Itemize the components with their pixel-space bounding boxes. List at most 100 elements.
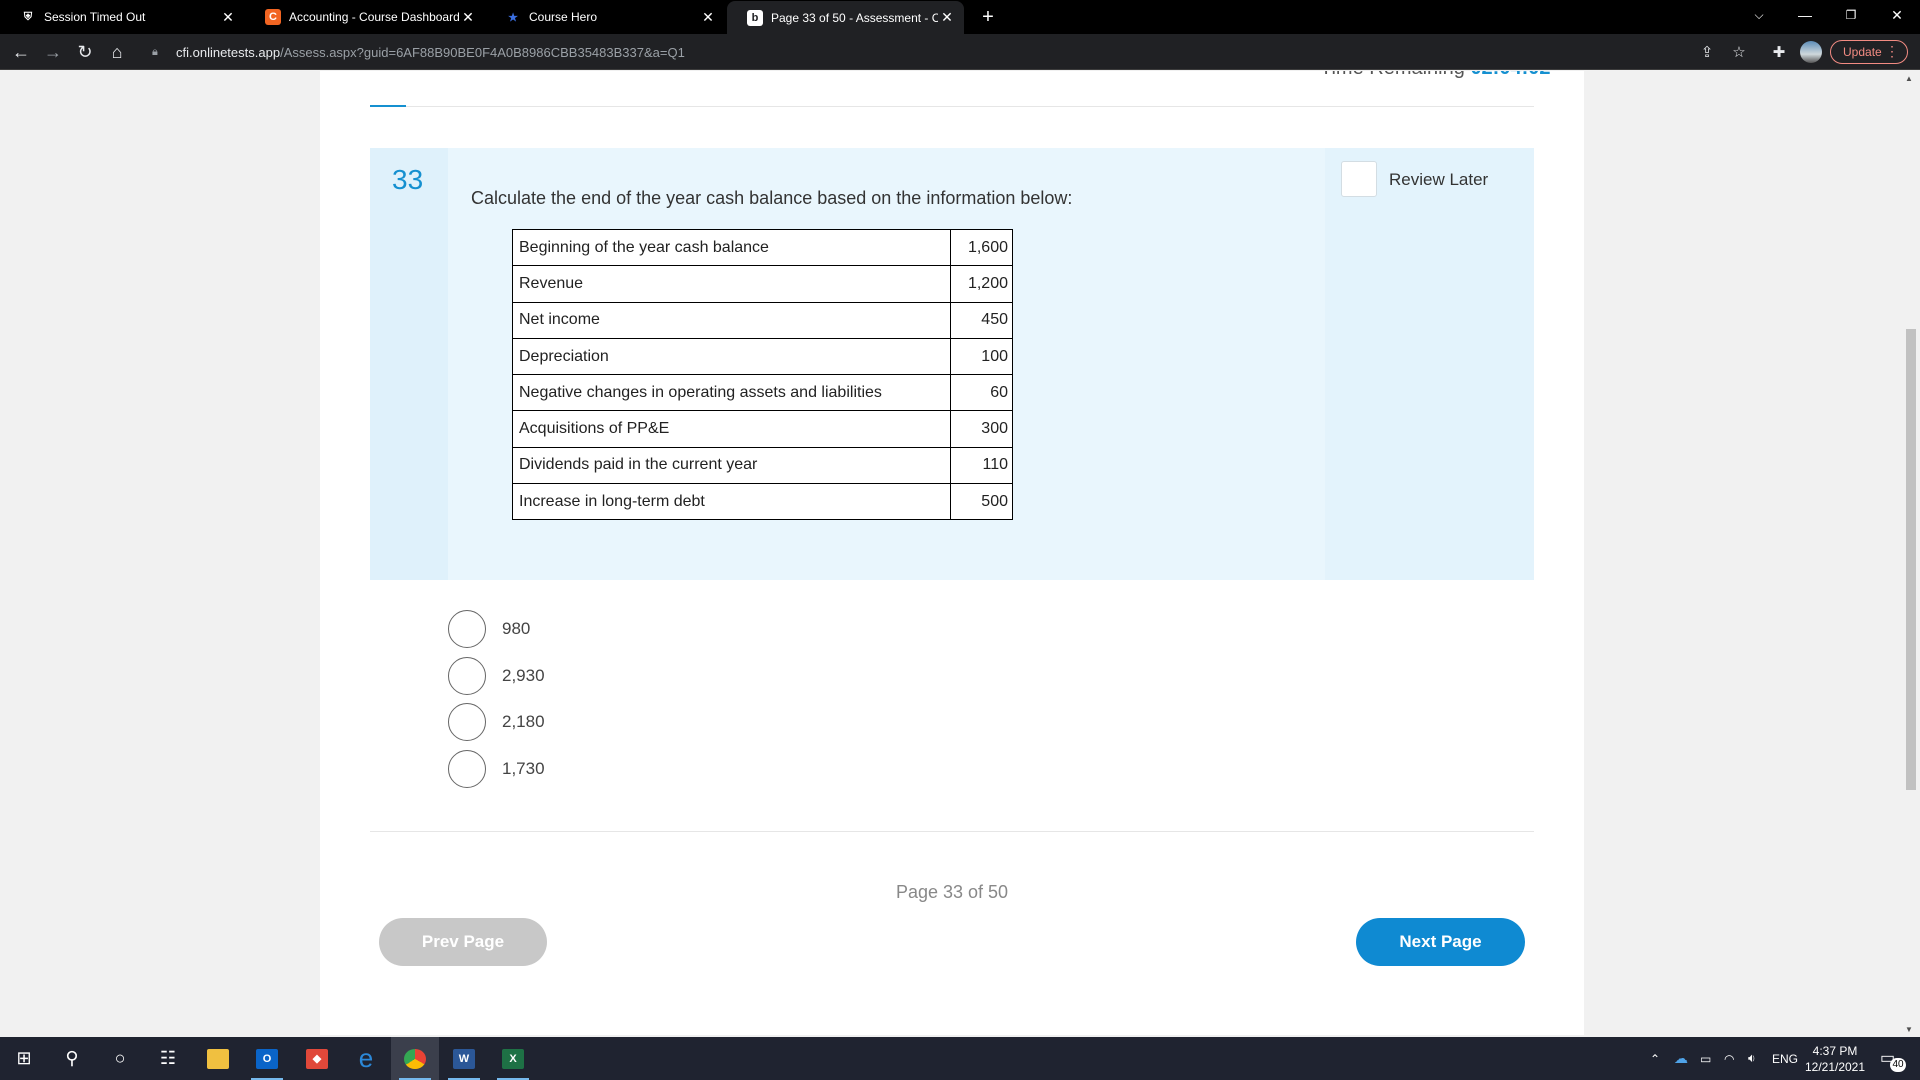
minimize-icon[interactable]: —	[1782, 0, 1828, 30]
restore-icon[interactable]: ❐	[1828, 0, 1874, 30]
row-value: 1,600	[950, 228, 1013, 267]
forward-icon[interactable]: →	[41, 40, 65, 64]
tab-title: Page 33 of 50 - Assessment - Cor	[771, 10, 938, 25]
scroll-down-icon[interactable]: ▼	[1905, 1025, 1913, 1034]
cortana-icon[interactable]: ○	[96, 1037, 144, 1080]
tab-assessment[interactable]: b Page 33 of 50 - Assessment - Cor ✕	[727, 1, 964, 34]
word-w-icon: W	[453, 1048, 475, 1069]
windows-start-icon[interactable]: ⊞	[0, 1037, 48, 1080]
timer-label: Time Remaining	[1320, 71, 1465, 79]
radio-button[interactable]	[448, 610, 486, 649]
next-page-button[interactable]: Next Page	[1356, 918, 1525, 966]
row-label: Beginning of the year cash balance	[512, 228, 951, 267]
table-row: Increase in long-term debt 500	[512, 483, 1013, 521]
row-label: Acquisitions of PP&E	[512, 410, 951, 448]
timer: Time Remaining 02:04:02	[1320, 71, 1551, 80]
row-label: Revenue	[512, 265, 951, 303]
row-value: 500	[950, 483, 1013, 521]
row-label: Depreciation	[512, 337, 951, 376]
scroll-up-icon[interactable]: ▲	[1905, 74, 1913, 83]
review-later-checkbox[interactable]	[1341, 161, 1377, 197]
review-later-label[interactable]: Review Later	[1389, 170, 1488, 190]
volume-icon[interactable]: 🔉︎	[1748, 1037, 1756, 1080]
answer-option[interactable]: 980	[448, 606, 545, 653]
excel-icon[interactable]: X	[489, 1037, 537, 1080]
extensions-puzzle-icon[interactable]: ✚	[1767, 40, 1791, 64]
option-label[interactable]: 980	[502, 619, 530, 639]
new-tab-button[interactable]: +	[976, 5, 1000, 29]
tab-session-timed-out[interactable]: ⛨ Session Timed Out ✕	[0, 0, 245, 34]
chrome-icon[interactable]	[391, 1037, 439, 1080]
tab-search-icon[interactable]: ⌵	[1736, 0, 1782, 30]
close-icon[interactable]: ✕	[219, 8, 237, 26]
question-text: Calculate the end of the year cash balan…	[471, 188, 1073, 208]
answer-option[interactable]: 2,930	[448, 653, 545, 700]
app-red-icon[interactable]: ◆	[293, 1037, 341, 1080]
notification-center-icon[interactable]: ▭ 40	[1880, 1048, 1906, 1072]
tab-course-hero[interactable]: ★ Course Hero ✕	[485, 0, 725, 34]
share-icon[interactable]: ⇪	[1695, 40, 1719, 64]
word-icon[interactable]: W	[440, 1037, 488, 1080]
tab-title: Session Timed Out	[44, 10, 146, 24]
tab-title: Course Hero	[529, 10, 598, 24]
language-indicator[interactable]: ENG	[1772, 1037, 1798, 1080]
show-hidden-icons[interactable]: ⌃	[1650, 1037, 1660, 1080]
outlook-icon[interactable]: O	[243, 1037, 291, 1080]
onedrive-cloud-icon[interactable]: ☁	[1674, 1037, 1688, 1080]
address-bar[interactable]: 🔒︎ cfi.onlinetests.app/Assess.aspx?guid=…	[140, 38, 1760, 66]
scrollbar-thumb[interactable]	[1906, 329, 1916, 790]
close-icon[interactable]: ✕	[938, 9, 956, 27]
b-logo-icon: b	[747, 9, 763, 26]
close-icon[interactable]: ✕	[699, 8, 717, 26]
home-icon[interactable]: ⌂	[105, 40, 129, 64]
window-close-icon[interactable]: ✕	[1874, 0, 1920, 30]
radio-button[interactable]	[448, 703, 486, 742]
folder-icon	[207, 1048, 229, 1069]
wifi-icon[interactable]: ◠	[1724, 1037, 1734, 1080]
option-label[interactable]: 2,930	[502, 666, 545, 686]
review-column: Review Later	[1325, 148, 1534, 580]
file-explorer-icon[interactable]	[194, 1037, 242, 1080]
row-value: 450	[950, 301, 1013, 339]
timer-value: 02:04:02	[1470, 71, 1550, 79]
progress-accent	[370, 105, 406, 107]
assessment-card: Time Remaining 02:04:02 33 Calculate the…	[320, 71, 1584, 1035]
page-indicator: Page 33 of 50	[895, 882, 1009, 902]
profile-avatar[interactable]	[1800, 41, 1822, 63]
option-label[interactable]: 2,180	[502, 712, 545, 732]
row-label: Net income	[512, 301, 951, 339]
answer-option[interactable]: 1,730	[448, 746, 545, 793]
divider	[370, 106, 1534, 107]
task-view-icon[interactable]: ☷	[144, 1037, 192, 1080]
menu-dots-icon[interactable]: ⋮	[1885, 43, 1899, 60]
coursera-c-icon: C	[265, 9, 281, 25]
radio-button[interactable]	[448, 656, 486, 695]
reload-icon[interactable]: ↻	[73, 40, 97, 64]
radio-button[interactable]	[448, 749, 486, 788]
divider	[370, 831, 1534, 832]
bookmark-star-icon[interactable]: ☆	[1727, 40, 1751, 64]
back-icon[interactable]: ←	[9, 40, 33, 64]
table-row: Net income 450	[512, 301, 1013, 339]
tab-accounting-dashboard[interactable]: C Accounting - Course Dashboard ✕	[245, 0, 485, 34]
edge-icon[interactable]: e	[342, 1037, 390, 1080]
row-label: Dividends paid in the current year	[512, 446, 951, 485]
option-label[interactable]: 1,730	[502, 759, 545, 779]
update-label: Update	[1843, 45, 1882, 59]
answer-option[interactable]: 2,180	[448, 699, 545, 746]
question-number: 33	[392, 164, 424, 195]
shield-icon: ⛨	[23, 10, 33, 23]
taskbar-clock[interactable]: 4:37 PM 12/21/2021	[1800, 1043, 1870, 1075]
row-label: Negative changes in operating assets and…	[512, 374, 951, 412]
battery-icon[interactable]: ▭	[1700, 1037, 1711, 1080]
close-icon[interactable]: ✕	[459, 8, 477, 26]
answer-options: 980 2,930 2,180 1,730	[448, 606, 545, 792]
excel-x-icon: X	[502, 1048, 524, 1069]
row-value: 300	[950, 410, 1013, 448]
star-icon: ★	[508, 11, 518, 24]
prev-page-button[interactable]: Prev Page	[379, 918, 547, 966]
table-row: Acquisitions of PP&E 300	[512, 410, 1013, 448]
update-button[interactable]: Update ⋮	[1830, 40, 1908, 64]
table-row: Beginning of the year cash balance 1,600	[512, 228, 1013, 267]
search-icon[interactable]: ⚲	[48, 1037, 96, 1080]
